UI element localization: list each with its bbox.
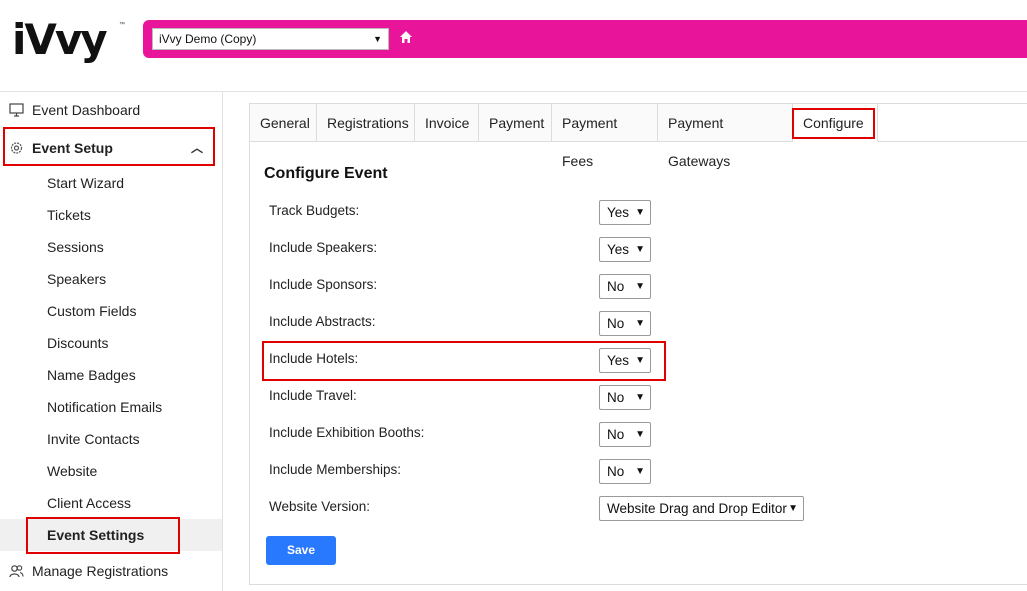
include-speakers-select[interactable]: Yes ▼ <box>599 237 651 262</box>
monitor-icon <box>9 103 24 117</box>
include-memberships-select[interactable]: No ▼ <box>599 459 651 484</box>
top-bar: iVvy Demo (Copy) ▼ <box>143 20 1027 58</box>
tab-payment[interactable]: Payment <box>479 104 552 142</box>
sidebar-item-label: Client Access <box>47 495 132 511</box>
highlight-configure-tab <box>792 108 875 139</box>
select-value: Yes <box>607 242 630 257</box>
sidebar-item-label: Event Dashboard <box>32 102 141 118</box>
caret-down-icon: ▼ <box>635 318 645 329</box>
include-travel-select[interactable]: No ▼ <box>599 385 651 410</box>
include-sponsors-label: Include Sponsors: <box>269 277 378 292</box>
sidebar-item-label: Speakers <box>47 271 107 287</box>
sidebar-item-label: Discounts <box>47 335 109 351</box>
tab-invoice[interactable]: Invoice <box>415 104 479 142</box>
caret-down-icon: ▼ <box>635 466 645 477</box>
caret-down-icon: ▼ <box>373 34 382 44</box>
include-sponsors-select[interactable]: No ▼ <box>599 274 651 299</box>
website-version-label: Website Version: <box>269 499 371 514</box>
logo-text: iVvy <box>12 15 108 64</box>
sidebar-item-label: Name Badges <box>47 367 136 383</box>
track-budgets-select[interactable]: Yes ▼ <box>599 200 651 225</box>
select-value: No <box>607 279 625 294</box>
sidebar-item-label: Custom Fields <box>47 303 137 319</box>
home-icon[interactable] <box>399 30 413 44</box>
sidebar-item-event-dashboard[interactable]: Event Dashboard <box>0 94 222 126</box>
sidebar-item-discounts[interactable]: Discounts <box>0 327 222 359</box>
tab-payment-gateways[interactable]: Payment Gateways <box>658 104 793 169</box>
include-exhibition-booths-select[interactable]: No ▼ <box>599 422 651 447</box>
track-budgets-label: Track Budgets: <box>269 203 360 218</box>
tab-label: Payment <box>489 115 545 131</box>
include-abstracts-select[interactable]: No ▼ <box>599 311 651 336</box>
users-icon <box>9 565 24 578</box>
sidebar-item-label: Tickets <box>47 207 91 223</box>
tab-label: General <box>260 115 310 131</box>
website-version-select[interactable]: Website Drag and Drop Editor ▼ <box>599 496 804 521</box>
caret-down-icon: ▼ <box>788 503 798 514</box>
select-value: Yes <box>607 205 630 220</box>
select-value: No <box>607 316 625 331</box>
sidebar-item-name-badges[interactable]: Name Badges <box>0 359 222 391</box>
ivvy-logo[interactable]: iVvy ™ <box>12 14 127 66</box>
highlight-event-setup <box>3 127 215 166</box>
sidebar-item-notification-emails[interactable]: Notification Emails <box>0 391 222 423</box>
tab-label: Registrations <box>327 115 409 131</box>
highlight-event-settings <box>26 517 180 554</box>
select-value: Website Drag and Drop Editor <box>607 501 787 516</box>
section-title: Configure Event <box>264 165 388 182</box>
caret-down-icon: ▼ <box>635 429 645 440</box>
sidebar-item-invite-contacts[interactable]: Invite Contacts <box>0 423 222 455</box>
tab-general[interactable]: General <box>250 104 317 142</box>
event-select[interactable]: iVvy Demo (Copy) ▼ <box>152 28 389 50</box>
sidebar-item-speakers[interactable]: Speakers <box>0 263 222 295</box>
caret-down-icon: ▼ <box>635 244 645 255</box>
sidebar-item-client-access[interactable]: Client Access <box>0 487 222 519</box>
event-select-value: iVvy Demo (Copy) <box>159 32 257 46</box>
select-value: No <box>607 464 625 479</box>
sidebar-item-label: Manage Registrations <box>32 563 169 579</box>
sidebar-item-label: Invite Contacts <box>47 431 140 447</box>
tab-label: Payment Fees <box>562 115 618 169</box>
sidebar-item-website[interactable]: Website <box>0 455 222 487</box>
caret-down-icon: ▼ <box>635 207 645 218</box>
tab-payment-fees[interactable]: Payment Fees <box>552 104 658 169</box>
save-button[interactable]: Save <box>266 536 336 565</box>
sidebar-item-label: Sessions <box>47 239 104 255</box>
sidebar-item-manage-registrations[interactable]: Manage Registrations <box>0 555 222 587</box>
sidebar-item-label: Website <box>47 463 98 479</box>
include-exhibition-booths-label: Include Exhibition Booths: <box>269 425 425 440</box>
logo-trademark: ™ <box>119 22 125 28</box>
select-value: No <box>607 390 625 405</box>
tab-label: Payment Gateways <box>668 115 731 169</box>
caret-down-icon: ▼ <box>635 392 645 403</box>
select-value: No <box>607 427 625 442</box>
tab-label: Invoice <box>425 115 470 131</box>
include-speakers-label: Include Speakers: <box>269 240 378 255</box>
include-memberships-label: Include Memberships: <box>269 462 402 477</box>
include-travel-label: Include Travel: <box>269 388 357 403</box>
sidebar-item-label: Notification Emails <box>47 399 163 415</box>
include-abstracts-label: Include Abstracts: <box>269 314 376 329</box>
sidebar-item-label: Start Wizard <box>47 175 125 191</box>
sidebar-item-sessions[interactable]: Sessions <box>0 231 222 263</box>
highlight-include-hotels <box>262 341 666 381</box>
tab-registrations[interactable]: Registrations <box>317 104 415 142</box>
caret-down-icon: ▼ <box>635 281 645 292</box>
tab-bar-divider <box>878 141 1027 142</box>
sidebar-item-custom-fields[interactable]: Custom Fields <box>0 295 222 327</box>
sidebar-item-start-wizard[interactable]: Start Wizard <box>0 167 222 199</box>
sidebar-item-tickets[interactable]: Tickets <box>0 199 222 231</box>
